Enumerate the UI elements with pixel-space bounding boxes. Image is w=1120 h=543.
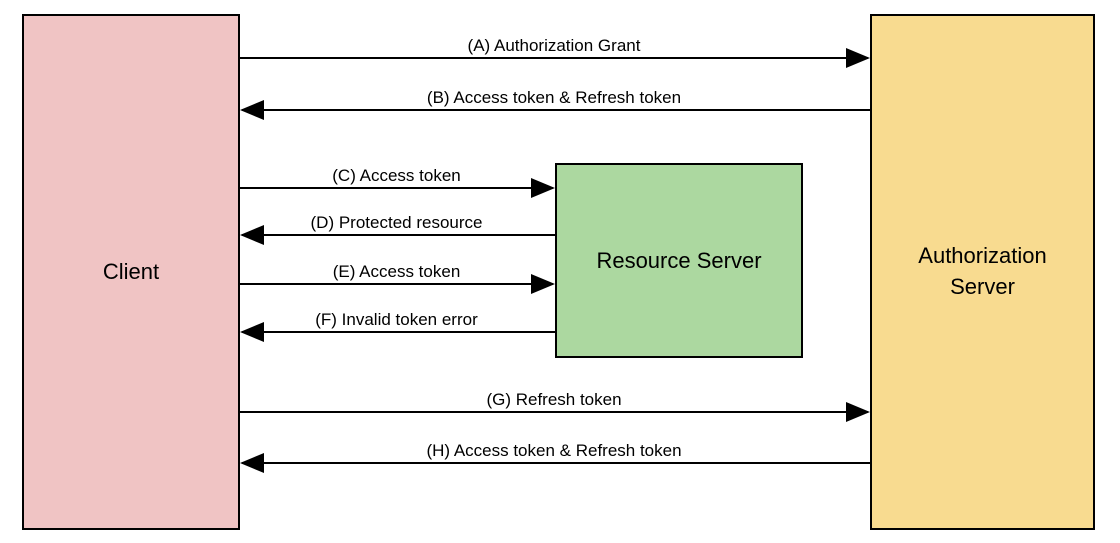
arrow-h-label: (H) Access token & Refresh token [240, 441, 868, 461]
arrow-g-label: (G) Refresh token [240, 390, 868, 410]
authorization-server-box: Authorization Server [870, 14, 1095, 530]
arrow-d-label: (D) Protected resource [240, 213, 553, 233]
arrow-e-label: (E) Access token [240, 262, 553, 282]
arrow-a-label: (A) Authorization Grant [240, 36, 868, 56]
auth-label: Authorization Server [918, 241, 1046, 303]
client-box: Client [22, 14, 240, 530]
resource-label: Resource Server [596, 248, 761, 274]
arrow-c-label: (C) Access token [240, 166, 553, 186]
client-label: Client [103, 259, 159, 285]
arrow-f-label: (F) Invalid token error [240, 310, 553, 330]
arrow-b-label: (B) Access token & Refresh token [240, 88, 868, 108]
resource-server-box: Resource Server [555, 163, 803, 358]
